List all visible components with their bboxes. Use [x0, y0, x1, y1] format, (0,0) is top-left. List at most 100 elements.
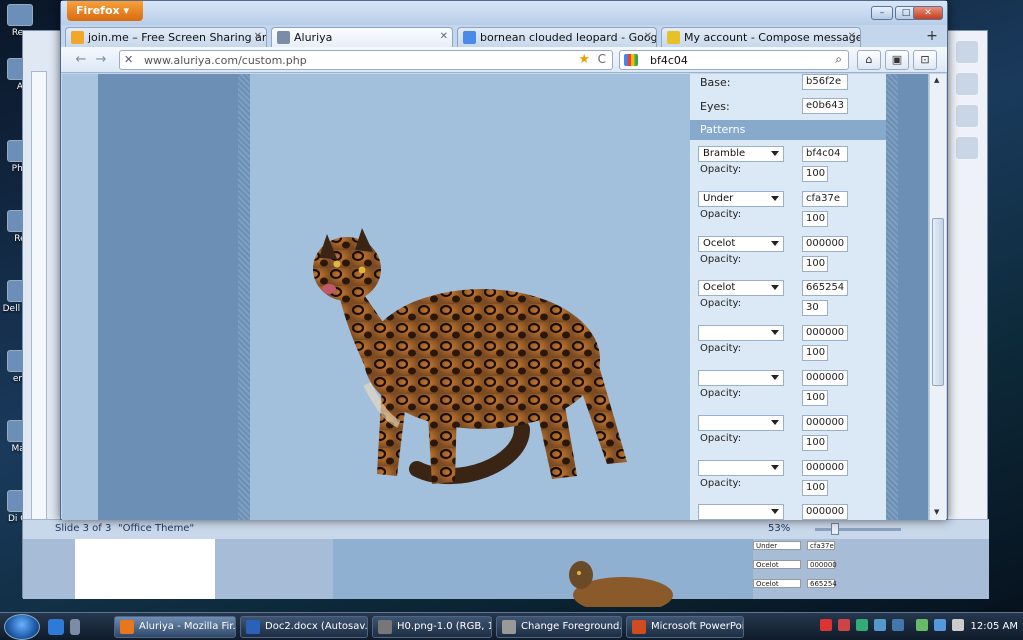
scroll-up-icon[interactable]: ▲	[934, 76, 939, 84]
google-search-engine-icon[interactable]	[624, 54, 638, 66]
pattern-select[interactable]	[698, 325, 784, 342]
tab-close-icon[interactable]: ✕	[644, 31, 652, 42]
firefox-menu-button[interactable]: Firefox ▾	[67, 1, 143, 21]
opacity-label: Opacity:	[700, 388, 742, 399]
firefox-window: Firefox ▾ – □ ✕ My account - Compose mes…	[60, 0, 948, 520]
pattern-opacity-input[interactable]: 100	[802, 166, 828, 182]
reload-icon[interactable]: C	[598, 52, 606, 66]
stamp-icon[interactable]	[955, 137, 978, 159]
pattern-select[interactable]	[698, 504, 784, 520]
scroll-down-icon[interactable]: ▼	[934, 508, 939, 516]
pattern-color-input[interactable]: 000000	[802, 325, 848, 342]
slide-counter: Slide 3 of 3	[55, 523, 112, 534]
tray-app-icon[interactable]	[892, 619, 904, 631]
search-icon[interactable]: ⌕	[835, 52, 842, 67]
pattern-opacity-input[interactable]: 30	[802, 300, 828, 317]
start-button[interactable]	[4, 614, 40, 640]
pattern-select[interactable]: Ocelot	[698, 235, 784, 252]
pen-icon[interactable]	[955, 73, 978, 95]
tray-app-icon[interactable]	[856, 619, 868, 631]
network-icon[interactable]	[934, 619, 946, 631]
pattern-select[interactable]: Under	[698, 190, 784, 207]
slide-pattern-row: Ocelot 665254	[753, 579, 837, 588]
eyes-color-input[interactable]: e0b643	[802, 98, 848, 114]
pattern-color-input[interactable]: 000000	[802, 414, 848, 431]
pattern-color-input[interactable]: 665254	[802, 280, 848, 297]
tray-app-icon[interactable]	[820, 619, 832, 631]
page-scrollbar[interactable]: ▲ ▼	[929, 74, 946, 520]
pattern-opacity-input[interactable]: 100	[802, 390, 828, 406]
tray-app-icon[interactable]	[838, 619, 850, 631]
home-button[interactable]: ⌂	[857, 50, 881, 70]
url-bar[interactable]: ✕ www.aluriya.com/custom.php ★ C	[119, 50, 613, 70]
eyes-label: Eyes:	[700, 100, 730, 113]
clock[interactable]: 12:05 AM	[971, 621, 1018, 632]
hand-icon[interactable]	[955, 105, 978, 127]
slide-pattern-select: Ocelot	[753, 560, 801, 569]
pattern-select[interactable]	[698, 414, 784, 431]
slide-pattern-row: Under cfa37e	[753, 541, 835, 550]
pattern-opacity-input[interactable]: 100	[802, 479, 828, 496]
pattern-opacity-input[interactable]: 100	[802, 210, 828, 227]
zoom-slider-thumb[interactable]	[831, 523, 839, 535]
tab-strip: My account - Compose message - C...✕born…	[65, 25, 945, 47]
tab-close-icon[interactable]: ✕	[440, 31, 448, 42]
tab-favicon-icon	[667, 31, 680, 44]
close-button[interactable]: ✕	[913, 6, 943, 20]
tray-app-icon[interactable]	[874, 619, 886, 631]
chevron-down-icon	[771, 195, 779, 201]
volume-icon[interactable]	[952, 619, 964, 631]
internet-explorer-icon[interactable]	[48, 619, 64, 635]
pattern-color-input[interactable]: cfa37e	[802, 190, 848, 207]
tab-close-icon[interactable]: ✕	[848, 31, 856, 42]
pattern-select[interactable]: Ocelot	[698, 280, 784, 297]
scrollbar-thumb[interactable]	[932, 218, 944, 386]
pattern-select[interactable]	[698, 370, 784, 386]
screen-capture-button[interactable]: ▣	[885, 50, 909, 70]
people-icon[interactable]	[955, 41, 978, 63]
pattern-opacity-input[interactable]: 100	[802, 434, 828, 451]
zoom-level[interactable]: 53%	[768, 523, 790, 534]
slide-pattern-select: Ocelot	[753, 579, 801, 588]
tab-close-icon[interactable]: ✕	[254, 31, 262, 42]
quick-launch-more-icon[interactable]	[70, 619, 80, 635]
taskbar-button-label: Aluriya - Mozilla Fir...	[139, 621, 236, 632]
pattern-opacity-input[interactable]: 100	[802, 345, 828, 362]
pattern-color-input[interactable]: bf4c04	[802, 146, 848, 162]
chevron-down-icon	[771, 464, 779, 470]
search-bar[interactable]: bf4c04 ⌕	[619, 50, 849, 70]
pattern-select-value: Under	[703, 192, 734, 204]
pattern-select[interactable]	[698, 459, 784, 476]
browser-tab[interactable]: bornean clouded leopard - Google Se...✕	[457, 27, 657, 47]
pattern-color-input[interactable]: 000000	[802, 235, 848, 252]
pattern-opacity-input[interactable]: 100	[802, 255, 828, 272]
taskbar-button[interactable]: Doc2.docx (Autosav...	[240, 616, 368, 638]
base-color-input[interactable]: b56f2e	[802, 74, 848, 90]
site-identity-icon[interactable]: ✕	[124, 53, 140, 67]
taskbar-button[interactable]: Microsoft PowerPoi...	[626, 616, 744, 638]
browser-tab[interactable]: join.me – Free Screen Sharing and On...✕	[65, 27, 267, 47]
minimize-button[interactable]: –	[871, 6, 893, 20]
forward-button[interactable]: →	[93, 52, 109, 68]
patterns-header: Patterns	[690, 120, 886, 140]
browser-tab[interactable]: Aluriya ✕	[271, 27, 453, 47]
taskbar-button[interactable]: H0.png-1.0 (RGB, 1 l...	[372, 616, 492, 638]
pattern-color-input[interactable]: 000000	[802, 370, 848, 386]
slide-pattern-select: Under	[753, 541, 801, 550]
pattern-color-input[interactable]: 000000	[802, 504, 848, 520]
slide-pattern-hex: 000000	[807, 560, 837, 569]
chevron-down-icon	[771, 375, 779, 380]
pattern-select[interactable]: Bramble	[698, 146, 784, 162]
chevron-down-icon	[771, 285, 779, 291]
pattern-color-input[interactable]: 000000	[802, 459, 848, 476]
zoom-slider[interactable]	[815, 528, 901, 531]
taskbar-button[interactable]: Change Foreground...	[496, 616, 622, 638]
back-button[interactable]: ←	[73, 52, 89, 68]
new-tab-button[interactable]: +	[923, 29, 941, 45]
battery-icon[interactable]	[916, 619, 928, 631]
opacity-label: Opacity:	[700, 164, 742, 175]
sidebar-button[interactable]: ⊡	[913, 50, 937, 70]
taskbar-button[interactable]: Aluriya - Mozilla Fir...	[114, 616, 236, 638]
browser-tab[interactable]: My account - Compose message - C...✕	[661, 27, 861, 47]
bookmark-star-icon[interactable]: ★	[578, 52, 590, 67]
